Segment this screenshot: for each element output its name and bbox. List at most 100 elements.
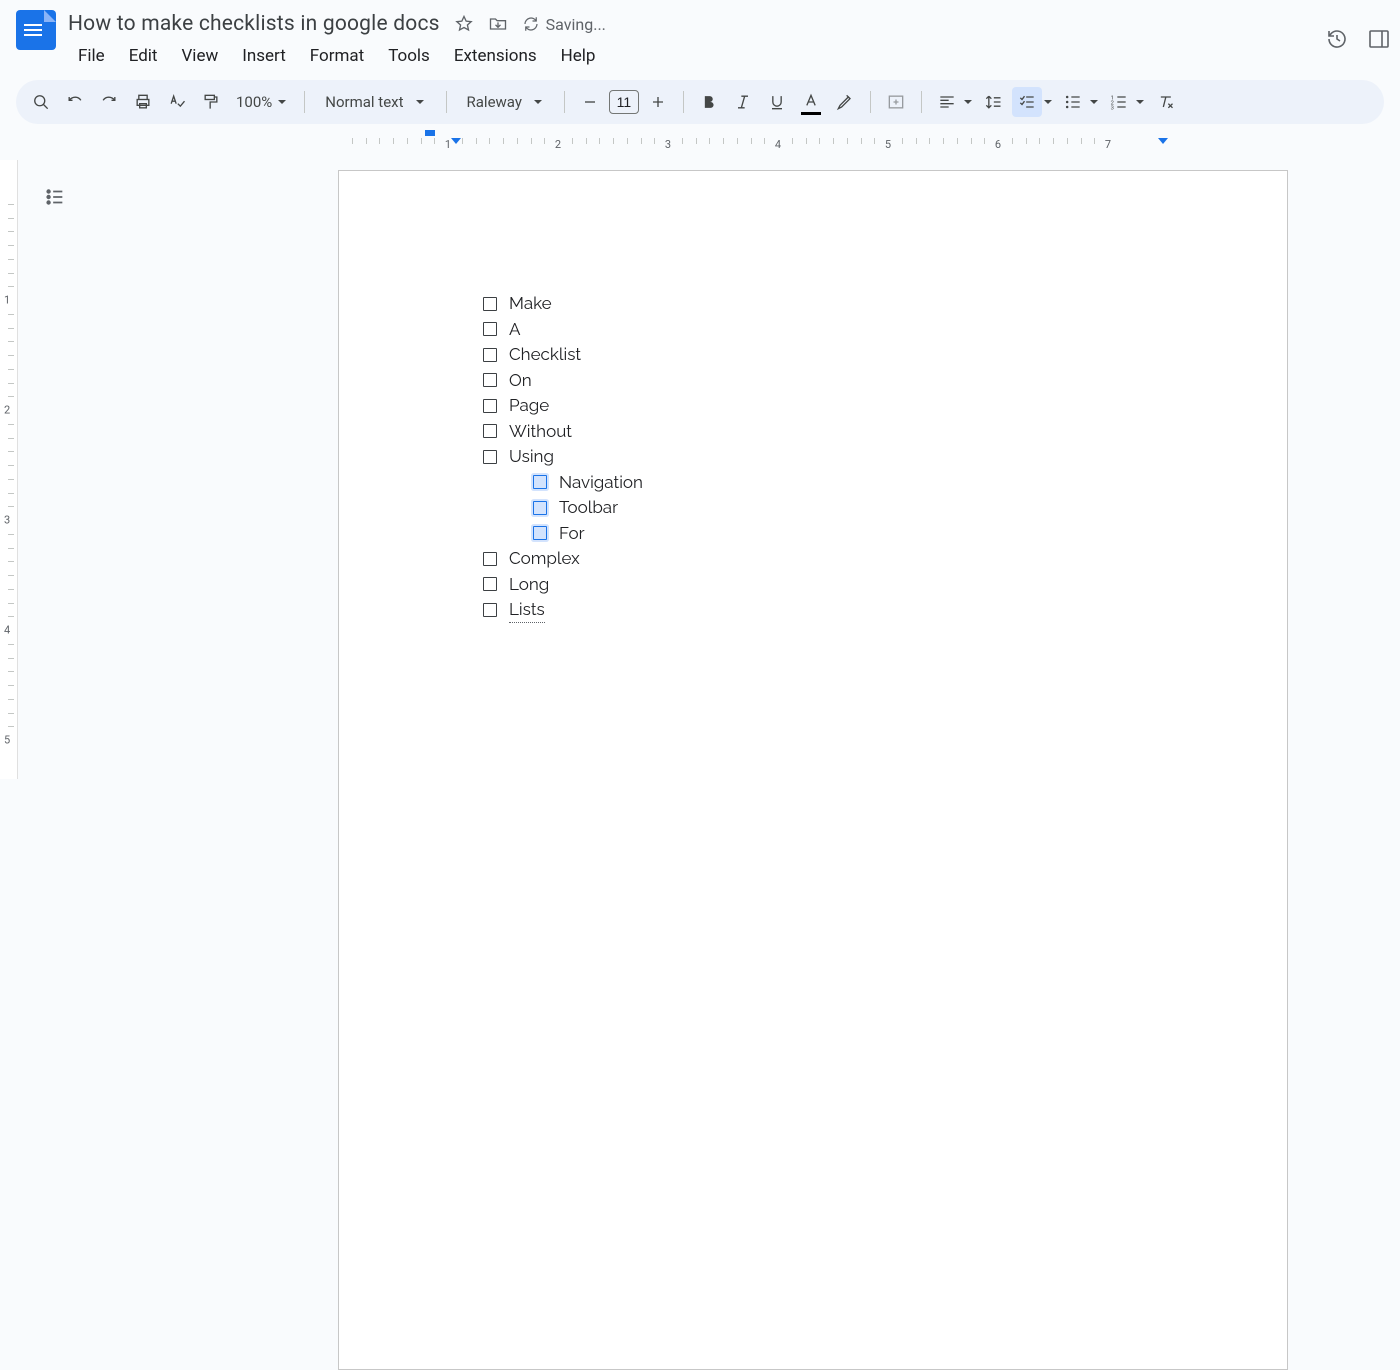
menu-bar: File Edit View Insert Format Tools Exten… — [68, 42, 1384, 70]
font-value: Raleway — [467, 93, 522, 111]
increase-font-size-button[interactable] — [643, 87, 673, 117]
saving-label: Saving... — [546, 15, 606, 34]
italic-button[interactable] — [728, 87, 758, 117]
paint-format-icon[interactable] — [196, 87, 226, 117]
checklist-item-text[interactable]: Complex — [509, 546, 580, 572]
star-icon[interactable] — [454, 14, 474, 34]
checklist-item[interactable]: Page — [483, 393, 643, 419]
checklist-item[interactable]: Make — [483, 291, 643, 317]
checklist-item-text[interactable]: Toolbar — [559, 495, 618, 521]
document-content[interactable]: MakeAChecklistOnPageWithoutUsingNavigati… — [483, 291, 643, 623]
move-to-folder-icon[interactable] — [488, 14, 508, 34]
caret-down-icon[interactable] — [1088, 97, 1100, 107]
zoom-dropdown[interactable]: 100% — [230, 93, 294, 111]
checkbox-icon[interactable] — [483, 603, 497, 617]
checklist-item-text[interactable]: Using — [509, 444, 554, 470]
ruler-major-tick: 5 — [885, 138, 891, 151]
checklist-item-text[interactable]: A — [509, 317, 521, 343]
checklist-item-text[interactable]: Long — [509, 572, 549, 598]
undo-icon[interactable] — [60, 87, 90, 117]
clear-formatting-button[interactable] — [1150, 87, 1180, 117]
bold-button[interactable] — [694, 87, 724, 117]
separator — [870, 91, 871, 113]
caret-down-icon[interactable] — [1042, 97, 1054, 107]
checklist-item[interactable]: A — [483, 317, 643, 343]
decrease-font-size-button[interactable] — [575, 87, 605, 117]
print-icon[interactable] — [128, 87, 158, 117]
caret-down-icon — [532, 97, 544, 107]
checkbox-icon[interactable] — [483, 399, 497, 413]
menu-help[interactable]: Help — [551, 42, 606, 70]
checklist-item-text[interactable]: Make — [509, 291, 552, 317]
menu-insert[interactable]: Insert — [232, 42, 296, 70]
ruler-major-tick: 6 — [995, 138, 1001, 151]
sidebar-toggle-icon[interactable] — [1366, 26, 1392, 52]
menu-extensions[interactable]: Extensions — [444, 42, 547, 70]
checklist-item[interactable]: Complex — [483, 546, 643, 572]
text-color-button[interactable] — [796, 87, 826, 117]
checkbox-icon[interactable] — [483, 373, 497, 387]
separator — [921, 91, 922, 113]
checklist-item[interactable]: On — [483, 368, 643, 394]
checkbox-icon[interactable] — [533, 475, 547, 489]
underline-button[interactable] — [762, 87, 792, 117]
checklist-item-text[interactable]: For — [559, 521, 585, 547]
checkbox-icon[interactable] — [483, 577, 497, 591]
ruler-major-tick: 2 — [555, 138, 561, 151]
checklist-item[interactable]: Without — [483, 419, 643, 445]
spellcheck-icon[interactable] — [162, 87, 192, 117]
menu-format[interactable]: Format — [300, 42, 374, 70]
docs-logo[interactable] — [16, 10, 56, 50]
paragraph-style-dropdown[interactable]: Normal text — [315, 93, 435, 111]
caret-down-icon[interactable] — [1134, 97, 1146, 107]
document-title[interactable]: How to make checklists in google docs — [68, 12, 440, 36]
checklist-item[interactable]: Toolbar — [533, 495, 643, 521]
highlight-color-button[interactable] — [830, 87, 860, 117]
checkbox-icon[interactable] — [483, 322, 497, 336]
checklist-item[interactable]: Navigation — [533, 470, 643, 496]
checklist-item-text[interactable]: Without — [509, 419, 572, 445]
svg-text:3: 3 — [1111, 106, 1114, 112]
checkbox-icon[interactable] — [483, 450, 497, 464]
checklist-button[interactable] — [1012, 87, 1042, 117]
search-menus-icon[interactable] — [26, 87, 56, 117]
checklist-item-text[interactable]: Navigation — [559, 470, 643, 496]
line-spacing-button[interactable] — [978, 87, 1008, 117]
checklist-item[interactable]: Long — [483, 572, 643, 598]
checklist-item[interactable]: Lists — [483, 597, 643, 623]
checklist-item[interactable]: Checklist — [483, 342, 643, 368]
checkbox-icon[interactable] — [533, 526, 547, 540]
align-button[interactable] — [932, 87, 962, 117]
horizontal-ruler[interactable]: 1234567 — [0, 130, 1400, 150]
font-size-input[interactable] — [609, 90, 639, 114]
insert-image-button[interactable] — [881, 87, 911, 117]
vertical-ruler[interactable]: 12345 — [0, 160, 18, 779]
toolbar: 100% Normal text Raleway — [16, 80, 1384, 124]
checkbox-icon[interactable] — [483, 424, 497, 438]
menu-tools[interactable]: Tools — [378, 42, 440, 70]
bulleted-list-button[interactable] — [1058, 87, 1088, 117]
document-page[interactable]: MakeAChecklistOnPageWithoutUsingNavigati… — [338, 170, 1288, 1370]
checklist-item-text[interactable]: Page — [509, 393, 549, 419]
checkbox-icon[interactable] — [483, 297, 497, 311]
show-outline-button[interactable] — [44, 186, 68, 210]
caret-down-icon[interactable] — [962, 97, 974, 107]
font-dropdown[interactable]: Raleway — [457, 93, 554, 111]
checklist-item[interactable]: For — [533, 521, 643, 547]
menu-view[interactable]: View — [171, 42, 228, 70]
numbered-list-button[interactable]: 123 — [1104, 87, 1134, 117]
checklist-item-text[interactable]: On — [509, 368, 532, 394]
checklist-item-text[interactable]: Lists — [509, 597, 545, 624]
checklist-item-text[interactable]: Checklist — [509, 342, 581, 368]
history-icon[interactable] — [1324, 26, 1350, 52]
separator — [304, 91, 305, 113]
checkbox-icon[interactable] — [483, 552, 497, 566]
checkbox-icon[interactable] — [533, 501, 547, 515]
menu-file[interactable]: File — [68, 42, 115, 70]
checklist-item[interactable]: Using — [483, 444, 643, 470]
top-right-actions — [1324, 26, 1392, 52]
redo-icon[interactable] — [94, 87, 124, 117]
menu-edit[interactable]: Edit — [119, 42, 168, 70]
checkbox-icon[interactable] — [483, 348, 497, 362]
separator — [446, 91, 447, 113]
